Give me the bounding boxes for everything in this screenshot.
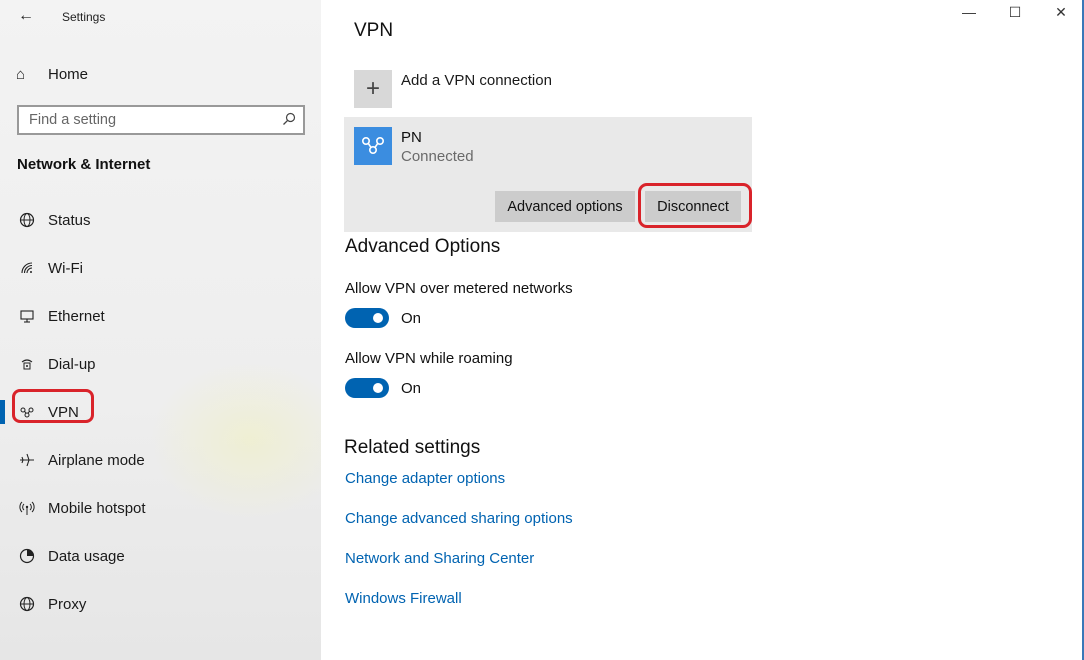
change-advanced-sharing-link[interactable]: Change advanced sharing options <box>345 510 573 527</box>
sidebar-item-data-usage[interactable]: Data usage <box>0 532 321 580</box>
sidebar-item-proxy[interactable]: Proxy <box>0 580 321 628</box>
metered-option-label: Allow VPN over metered networks <box>345 280 573 297</box>
network-sharing-center-link[interactable]: Network and Sharing Center <box>345 550 534 567</box>
sidebar-item-label: Proxy <box>48 595 87 613</box>
sidebar-item-label: Wi-Fi <box>48 259 83 277</box>
toggle-knob <box>373 313 383 323</box>
maximize-button[interactable]: ☐ <box>1000 4 1030 28</box>
plus-icon: + <box>354 70 392 108</box>
page-title: VPN <box>354 20 394 41</box>
globe-icon <box>17 594 37 614</box>
sidebar-item-airplane-mode[interactable]: Airplane mode <box>0 436 321 484</box>
back-arrow-icon[interactable]: ← <box>16 6 36 26</box>
metered-toggle[interactable] <box>345 308 389 328</box>
advanced-options-button[interactable]: Advanced options <box>495 191 635 222</box>
advanced-options-title: Advanced Options <box>345 236 501 257</box>
sidebar-item-dialup[interactable]: Dial-up <box>0 340 321 388</box>
roaming-toggle[interactable] <box>345 378 389 398</box>
hotspot-icon <box>17 498 37 518</box>
sidebar-item-label: Dial-up <box>48 355 96 373</box>
airplane-icon <box>17 450 37 470</box>
sidebar-item-label: Status <box>48 211 91 229</box>
sidebar-item-label: Ethernet <box>48 307 105 325</box>
disconnect-highlight-annotation <box>638 183 752 228</box>
titlebar: ← Settings <box>0 0 321 34</box>
wifi-icon <box>17 258 37 278</box>
sidebar-item-label: Data usage <box>48 547 125 565</box>
vpn-connection-status: Connected <box>401 148 474 165</box>
home-label: Home <box>48 65 89 83</box>
dialup-icon <box>17 354 37 374</box>
vpn-connection-name: PN <box>401 129 422 146</box>
search-input[interactable] <box>29 112 269 128</box>
sidebar: ← Settings ⌂ Home Network & Internet Sta… <box>0 0 321 660</box>
search-box[interactable] <box>17 105 305 135</box>
change-adapter-options-link[interactable]: Change adapter options <box>345 470 505 487</box>
sidebar-item-label: Airplane mode <box>48 451 145 469</box>
roaming-toggle-state: On <box>401 380 422 397</box>
vpn-highlight-annotation <box>12 389 94 423</box>
globe-icon <box>17 210 37 230</box>
search-icon[interactable] <box>282 112 296 126</box>
metered-toggle-state: On <box>401 310 422 327</box>
vpn-logo-icon <box>354 127 392 165</box>
active-indicator <box>0 400 5 424</box>
home-nav-item[interactable]: ⌂ Home <box>16 62 88 86</box>
close-button[interactable]: ✕ <box>1046 4 1076 28</box>
app-title: Settings <box>62 10 106 24</box>
sidebar-item-ethernet[interactable]: Ethernet <box>0 292 321 340</box>
ethernet-icon <box>17 306 37 326</box>
add-vpn-label: Add a VPN connection <box>401 72 552 89</box>
sidebar-item-mobile-hotspot[interactable]: Mobile hotspot <box>0 484 321 532</box>
minimize-button[interactable]: — <box>954 4 984 28</box>
sidebar-item-label: Mobile hotspot <box>48 499 146 517</box>
related-settings-title: Related settings <box>344 437 481 458</box>
roaming-option-label: Allow VPN while roaming <box>345 350 513 367</box>
sidebar-item-status[interactable]: Status <box>0 196 321 244</box>
windows-firewall-link[interactable]: Windows Firewall <box>345 590 462 607</box>
toggle-knob <box>373 383 383 393</box>
section-title: Network & Internet <box>17 156 151 173</box>
sidebar-item-wifi[interactable]: Wi-Fi <box>0 244 321 292</box>
home-icon: ⌂ <box>16 65 26 83</box>
add-vpn-button[interactable]: + Add a VPN connection <box>354 70 552 108</box>
data-usage-icon <box>17 546 37 566</box>
